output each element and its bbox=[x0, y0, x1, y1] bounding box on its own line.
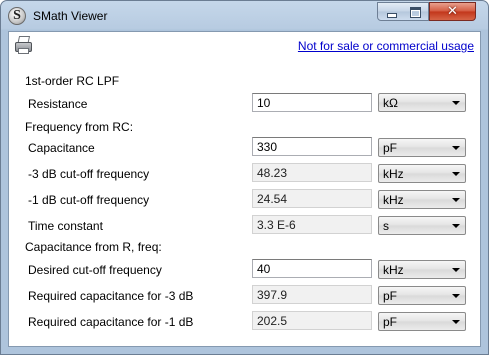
required-cap-3db-unit-select[interactable]: pF bbox=[378, 286, 466, 305]
time-constant-unit-value: s bbox=[383, 219, 389, 233]
capacitance-input[interactable]: 330 bbox=[252, 137, 372, 156]
required-cap-3db-unit-value: pF bbox=[383, 289, 398, 303]
cutoff-1db-label: -1 dB cut-off frequency bbox=[28, 193, 150, 207]
desired-cutoff-unit-value: kHz bbox=[383, 263, 404, 277]
capacitance-label: Capacitance bbox=[28, 141, 95, 155]
toolbar: Not for sale or commercial usage bbox=[9, 32, 480, 59]
app-window: S SMath Viewer ✕ Not for sale or commerc… bbox=[0, 0, 489, 355]
required-cap-3db-label: Required capacitance for -3 dB bbox=[28, 289, 194, 303]
smath-app-icon[interactable]: S bbox=[8, 7, 26, 25]
dropdown-arrow-icon bbox=[452, 146, 460, 150]
resistance-unit-select[interactable]: kΩ bbox=[378, 93, 466, 112]
desired-cutoff-label: Desired cut-off frequency bbox=[28, 263, 162, 277]
cutoff-3db-unit-value: kHz bbox=[383, 167, 404, 181]
dropdown-arrow-icon bbox=[452, 198, 460, 202]
worksheet: 1st-order RC LPF Resistance 10 kΩ Freque… bbox=[9, 58, 480, 346]
resistance-label: Resistance bbox=[28, 97, 88, 111]
print-button[interactable] bbox=[13, 35, 33, 55]
dropdown-arrow-icon bbox=[452, 172, 460, 176]
time-constant-output: 3.3 E-6 bbox=[252, 215, 372, 234]
maximize-icon bbox=[410, 7, 421, 18]
time-constant-unit-select[interactable]: s bbox=[378, 216, 466, 235]
close-button[interactable]: ✕ bbox=[429, 2, 476, 21]
printer-output-shape bbox=[18, 48, 29, 54]
section-title-freq-from-rc: Frequency from RC: bbox=[25, 120, 134, 134]
resistance-input[interactable]: 10 bbox=[252, 93, 372, 112]
cutoff-3db-unit-select[interactable]: kHz bbox=[378, 164, 466, 183]
required-cap-1db-label: Required capacitance for -1 dB bbox=[28, 315, 194, 329]
dropdown-arrow-icon bbox=[452, 224, 460, 228]
capacitance-unit-select[interactable]: pF bbox=[378, 138, 466, 157]
capacitance-unit-value: pF bbox=[383, 141, 398, 155]
minimize-button[interactable] bbox=[377, 2, 404, 21]
cutoff-1db-output: 24.54 bbox=[252, 189, 372, 208]
cutoff-3db-label: -3 dB cut-off frequency bbox=[28, 167, 150, 181]
dropdown-arrow-icon bbox=[452, 294, 460, 298]
required-cap-3db-output: 397.9 bbox=[252, 285, 372, 304]
title-bar[interactable]: S SMath Viewer ✕ bbox=[1, 1, 488, 31]
cutoff-3db-output: 48.23 bbox=[252, 163, 372, 182]
close-icon: ✕ bbox=[447, 4, 458, 19]
window-title: SMath Viewer bbox=[33, 9, 108, 23]
cutoff-1db-unit-value: kHz bbox=[383, 193, 404, 207]
client-area: Not for sale or commercial usage 1st-ord… bbox=[8, 31, 481, 347]
dropdown-arrow-icon bbox=[452, 320, 460, 324]
minimize-icon bbox=[387, 13, 397, 18]
license-link[interactable]: Not for sale or commercial usage bbox=[298, 39, 474, 53]
required-cap-1db-unit-select[interactable]: pF bbox=[378, 312, 466, 331]
maximize-button[interactable] bbox=[403, 2, 429, 21]
required-cap-1db-output: 202.5 bbox=[252, 311, 372, 330]
desired-cutoff-unit-select[interactable]: kHz bbox=[378, 260, 466, 279]
cutoff-1db-unit-select[interactable]: kHz bbox=[378, 190, 466, 209]
dropdown-arrow-icon bbox=[452, 268, 460, 272]
section-title-rc-lpf: 1st-order RC LPF bbox=[25, 74, 120, 88]
dropdown-arrow-icon bbox=[452, 101, 460, 105]
desired-cutoff-input[interactable]: 40 bbox=[252, 259, 372, 278]
section-title-cap-from-r-freq: Capacitance from R, freq: bbox=[25, 240, 162, 254]
resistance-unit-value: kΩ bbox=[383, 96, 398, 110]
time-constant-label: Time constant bbox=[28, 219, 103, 233]
required-cap-1db-unit-value: pF bbox=[383, 315, 398, 329]
